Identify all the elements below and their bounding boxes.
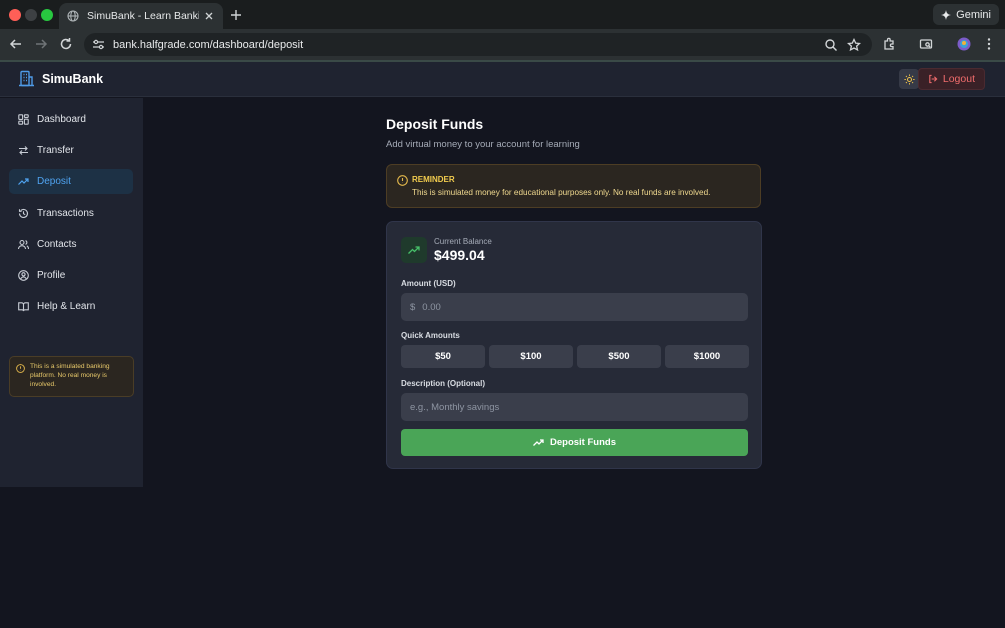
reminder-heading: REMINDER [412, 175, 455, 184]
tab-search-icon[interactable] [919, 37, 933, 51]
amount-label: Amount (USD) [401, 279, 456, 288]
sidebar-item-label: Contacts [37, 239, 77, 250]
browser-toolbar: bank.halfgrade.com/dashboard/deposit [0, 29, 1005, 60]
reload-icon[interactable] [59, 37, 73, 51]
sidebar-item-label: Profile [37, 270, 66, 281]
sidebar-item-label: Help & Learn [37, 301, 96, 312]
brand-name: SimuBank [42, 71, 104, 86]
page-title: Deposit Funds [386, 116, 484, 132]
tab-title: SimuBank - Learn Banking Sa [87, 10, 199, 22]
description-placeholder: e.g., Monthly savings [410, 401, 500, 413]
theme-toggle-button[interactable] [899, 69, 919, 89]
info-circle-icon [16, 364, 25, 373]
new-tab-icon[interactable] [229, 8, 243, 22]
user-circle-icon [18, 270, 29, 281]
maximize-window-button[interactable] [41, 9, 53, 21]
deposit-card: Current Balance $499.04 Amount (USD) $ 0… [386, 221, 762, 469]
reminder-body: This is simulated money for educational … [412, 188, 711, 197]
sidebar-item-label: Transfer [37, 145, 74, 156]
minimize-window-button[interactable] [25, 9, 37, 21]
bookmark-star-icon[interactable] [847, 38, 861, 52]
bank-building-icon [18, 70, 35, 87]
sidebar-item-dashboard[interactable]: Dashboard [9, 107, 133, 132]
users-icon [18, 239, 29, 250]
brand[interactable]: SimuBank [18, 70, 103, 87]
sidebar-item-transfer[interactable]: Transfer [9, 138, 133, 163]
close-window-button[interactable] [9, 9, 21, 21]
sidebar-item-transactions[interactable]: Transactions [9, 201, 133, 226]
app-header: SimuBank Logout [0, 62, 1005, 97]
sidebar-item-deposit[interactable]: Deposit [9, 169, 133, 194]
address-bar[interactable]: bank.halfgrade.com/dashboard/deposit [84, 33, 872, 56]
profile-avatar-icon[interactable] [957, 37, 971, 51]
logout-button[interactable]: Logout [917, 68, 985, 90]
zoom-icon[interactable] [824, 38, 838, 52]
history-icon [18, 208, 29, 219]
balance-label: Current Balance [434, 237, 492, 246]
gemini-button[interactable]: Gemini [933, 4, 999, 25]
description-label: Description (Optional) [401, 379, 485, 388]
sparkle-icon [941, 9, 952, 20]
reminder-banner: REMINDER This is simulated money for edu… [386, 164, 761, 208]
extensions-icon[interactable] [882, 37, 896, 51]
amount-placeholder: 0.00 [422, 301, 441, 313]
balance-trend-icon [401, 237, 427, 263]
sun-icon [903, 73, 915, 85]
quick-amount-500-button[interactable]: $500 [577, 345, 661, 368]
sidebar-item-label: Deposit [37, 176, 71, 187]
quick-amount-100-button[interactable]: $100 [489, 345, 573, 368]
balance-value: $499.04 [434, 247, 485, 263]
trending-up-icon [533, 437, 544, 448]
sidebar-item-profile[interactable]: Profile [9, 263, 133, 288]
quick-amount-1000-button[interactable]: $1000 [665, 345, 749, 368]
trending-up-icon [18, 176, 29, 187]
page-subtitle: Add virtual money to your account for le… [386, 139, 580, 150]
sidebar-item-contacts[interactable]: Contacts [9, 232, 133, 257]
close-tab-icon[interactable] [203, 10, 215, 22]
currency-symbol: $ [410, 301, 416, 313]
amount-input[interactable]: $ 0.00 [401, 293, 748, 321]
sidebar-item-label: Transactions [37, 208, 94, 219]
sidebar-item-help[interactable]: Help & Learn [9, 294, 133, 319]
simulation-notice: This is a simulated banking platform. No… [9, 356, 134, 397]
globe-icon [67, 10, 79, 22]
gemini-label: Gemini [956, 8, 991, 21]
url-text: bank.halfgrade.com/dashboard/deposit [113, 38, 304, 51]
alert-circle-icon [397, 175, 408, 186]
site-settings-icon[interactable] [92, 38, 105, 51]
deposit-funds-label: Deposit Funds [550, 437, 616, 448]
more-menu-icon[interactable] [982, 37, 996, 51]
logout-label: Logout [942, 73, 975, 85]
browser-tab-bar: SimuBank - Learn Banking Sa Gemini [0, 0, 1005, 29]
quick-amount-50-button[interactable]: $50 [401, 345, 485, 368]
sidebar-item-label: Dashboard [37, 114, 86, 125]
browser-tab[interactable]: SimuBank - Learn Banking Sa [59, 3, 223, 29]
forward-icon[interactable] [34, 37, 48, 51]
sidebar: Dashboard Transfer Deposit Transactions … [0, 98, 143, 487]
deposit-funds-button[interactable]: Deposit Funds [401, 429, 748, 456]
book-icon [18, 301, 29, 312]
quick-amounts-label: Quick Amounts [401, 331, 460, 340]
logout-icon [928, 74, 938, 84]
description-input[interactable]: e.g., Monthly savings [401, 393, 748, 421]
arrows-icon [18, 145, 29, 156]
back-icon[interactable] [9, 37, 23, 51]
simulation-notice-text: This is a simulated banking platform. No… [30, 363, 110, 388]
grid-icon [18, 114, 29, 125]
